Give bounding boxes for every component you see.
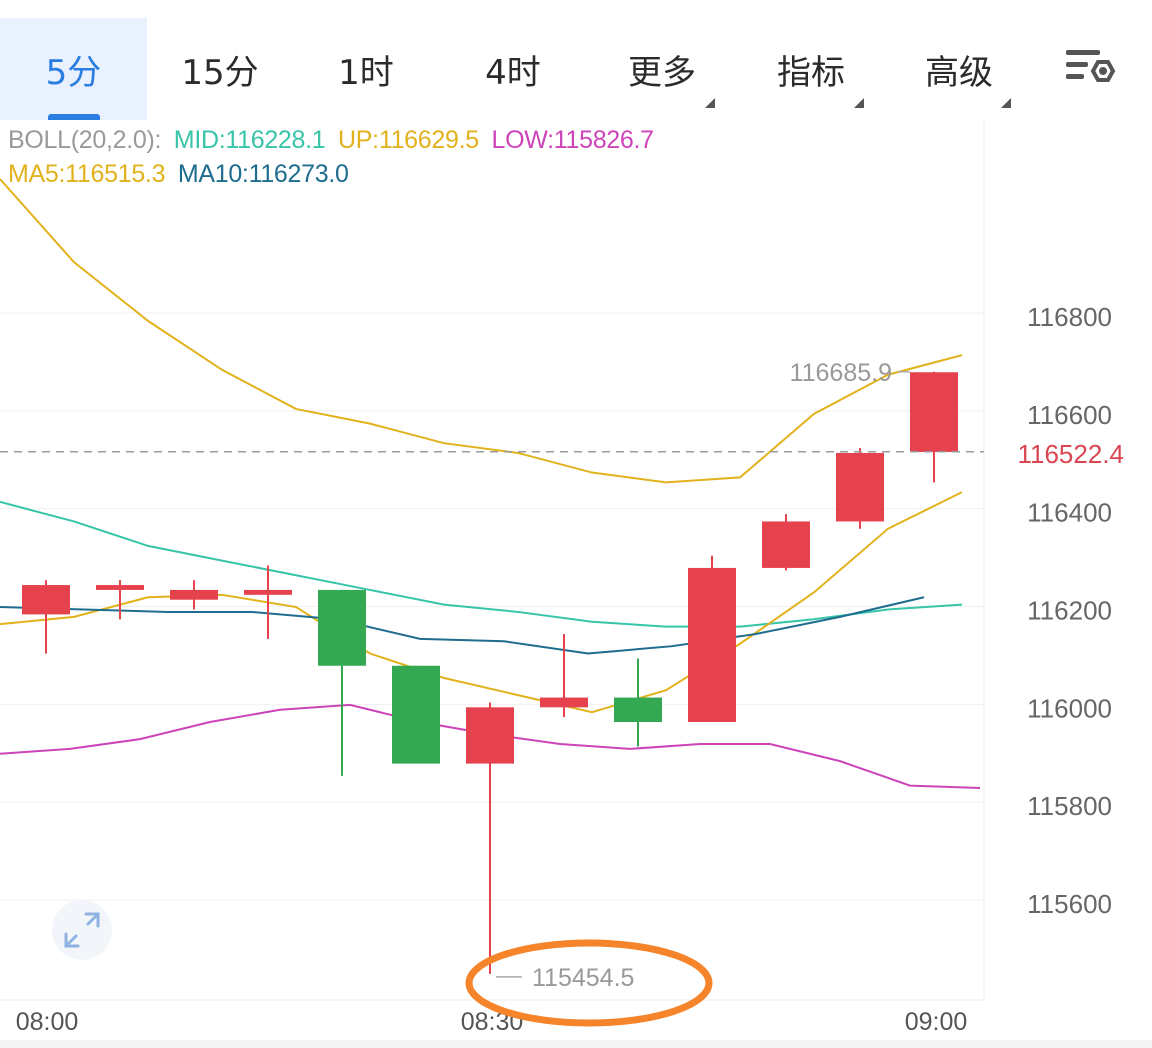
candle-body	[614, 697, 662, 723]
tab-advanced[interactable]: 高级	[885, 18, 1033, 120]
candle-body	[540, 697, 588, 708]
candle-body	[318, 589, 366, 666]
timeframe-tabs: 5分 15分 1时 4时 更多 指标 高级	[0, 0, 1152, 120]
low-price-label: 115454.5	[532, 964, 634, 992]
y-axis-label: 115800	[1027, 791, 1112, 821]
y-axis-label: 116400	[1027, 498, 1112, 528]
y-axis-label: 116800	[1027, 302, 1112, 332]
dropdown-caret-icon	[1001, 98, 1011, 108]
tab-5min[interactable]: 5分	[0, 18, 147, 120]
candle-body	[466, 707, 514, 764]
y-axis-label: 116000	[1027, 693, 1112, 723]
tab-label: 高级	[925, 52, 993, 93]
candle-body	[96, 585, 144, 590]
bottom-divider	[0, 1040, 1152, 1048]
y-axis-label: 116600	[1027, 400, 1112, 430]
dropdown-caret-icon	[705, 98, 715, 108]
tab-label: 5分	[45, 52, 102, 93]
x-axis-label: 09:00	[905, 1008, 968, 1036]
tab-label: 1时	[338, 52, 394, 93]
tab-label: 4时	[485, 52, 541, 93]
y-axis-label: 115600	[1027, 889, 1112, 919]
boll-upper-line	[0, 178, 963, 484]
tab-label: 更多	[628, 52, 696, 93]
candle-body	[22, 585, 70, 615]
current-price-label: 116522.4	[1017, 439, 1124, 469]
tab-indicators[interactable]: 指标	[737, 18, 885, 120]
ma5-line	[0, 491, 963, 714]
chart-settings-icon[interactable]	[1060, 44, 1120, 96]
tab-4hour[interactable]: 4时	[439, 18, 587, 120]
tab-1hour[interactable]: 1时	[293, 18, 439, 120]
expand-arrows-icon[interactable]	[52, 900, 112, 960]
x-axis-label: 08:00	[16, 1008, 79, 1036]
candle-body	[244, 589, 292, 595]
y-axis-label: 116200	[1027, 596, 1112, 626]
tab-15min[interactable]: 15分	[147, 18, 293, 120]
tab-more[interactable]: 更多	[587, 18, 737, 120]
candle-body	[836, 452, 884, 522]
candlestick-chart[interactable]: 116800 116600 116400 116200 116000 115800 1156…	[0, 120, 1152, 1040]
candle-body	[910, 372, 958, 452]
boll-mid-line	[0, 500, 963, 628]
dropdown-caret-icon	[854, 98, 864, 108]
candle-body	[762, 521, 810, 568]
tab-label: 指标	[777, 52, 845, 93]
candle-body	[392, 665, 440, 764]
candle-body	[688, 567, 736, 723]
candle-body	[170, 589, 218, 600]
high-price-label: 116685.9	[790, 359, 892, 387]
tab-label: 15分	[181, 52, 259, 93]
